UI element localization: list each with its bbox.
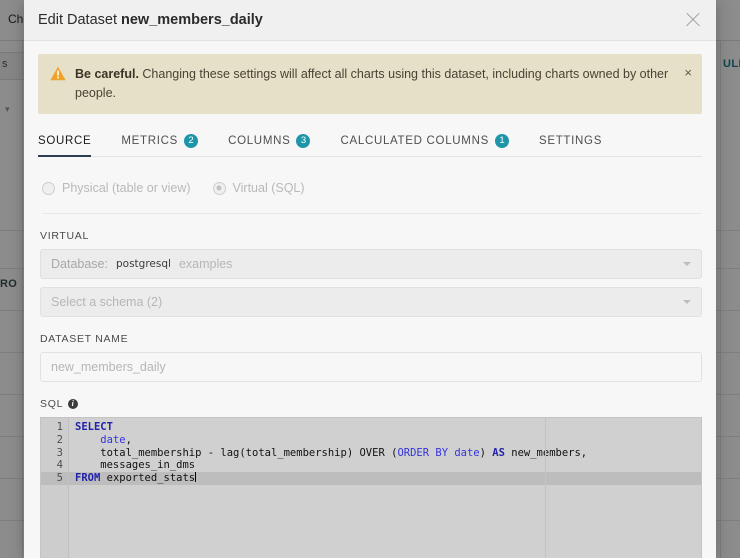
sql-token: total_membership - lag(total_membership) (75, 446, 360, 459)
tab-metrics-label: METRICS (121, 135, 179, 147)
dataset-name-label: DATASET NAME (40, 333, 129, 345)
text-cursor (195, 472, 197, 483)
sql-token: messages_in_dms (75, 459, 196, 472)
code-line: messages_in_dms (75, 459, 701, 472)
warning-bold: Be careful. (75, 67, 139, 81)
line-number: 4 (56, 459, 63, 472)
sql-editor-code[interactable]: SELECT date, total_membership - lag(tota… (69, 418, 701, 558)
code-line: SELECT (75, 421, 701, 434)
warning-text: Be careful. Changing these settings will… (75, 65, 674, 103)
line-number: 2 (56, 433, 63, 446)
sql-token: new_members, (504, 446, 588, 459)
database-select-prefix: Database: (51, 257, 108, 271)
sql-token: date (454, 446, 480, 459)
sql-token: ) (479, 446, 493, 459)
line-number: 3 (56, 446, 63, 459)
sql-token: FROM (75, 472, 101, 485)
tab-settings[interactable]: SETTINGS (539, 126, 602, 156)
info-icon[interactable]: i (68, 399, 79, 409)
radio-virtual-dot (212, 181, 226, 195)
edit-dataset-modal: Edit Dataset new_members_daily Be carefu… (24, 0, 716, 558)
warning-message: Changing these settings will affect all … (75, 67, 669, 100)
tab-calculated-columns-label: CALCULATED COLUMNS (340, 135, 489, 147)
tab-columns[interactable]: COLUMNS 3 (228, 126, 311, 156)
sql-label: SQL (40, 398, 64, 410)
tab-source-label: SOURCE (38, 135, 92, 147)
tab-calculated-columns[interactable]: CALCULATED COLUMNS 1 (340, 126, 509, 156)
tab-settings-label: SETTINGS (538, 135, 603, 147)
sql-token: exported_stats (100, 472, 196, 485)
tab-columns-label: COLUMNS (228, 135, 291, 147)
tab-metrics-badge: 2 (184, 134, 199, 148)
tab-calculated-columns-badge: 1 (494, 134, 509, 148)
radio-virtual-label: Virtual (SQL) (232, 181, 305, 195)
code-line: total_membership - lag(total_membership)… (75, 447, 701, 460)
sql-token: AS (492, 446, 505, 459)
sql-token: , (125, 433, 132, 446)
schema-select[interactable]: Select a schema (2) (40, 287, 702, 317)
sql-token: ( (384, 446, 398, 459)
radio-physical-label: Physical (table or view) (62, 181, 191, 195)
database-engine-tag: postgresql (115, 258, 171, 270)
database-select[interactable]: Database: postgresql examples (40, 249, 702, 279)
sql-token: date (100, 433, 126, 446)
chevron-down-icon (683, 262, 691, 266)
modal-header: Edit Dataset new_members_daily (24, 0, 716, 41)
dataset-name-input[interactable]: new_members_daily (40, 352, 702, 382)
modal-title-prefix: Edit Dataset (38, 12, 122, 28)
warning-banner: Be careful. Changing these settings will… (38, 54, 702, 114)
close-icon[interactable] (682, 9, 704, 31)
modal-tabs: SOURCE METRICS 2 COLUMNS 3 CALCULATED CO… (38, 126, 702, 157)
code-line: date, (75, 434, 701, 447)
radio-virtual[interactable]: Virtual (SQL) (212, 181, 305, 195)
line-number: 5 (41, 472, 68, 485)
sql-token: ORDER BY (397, 446, 449, 459)
sql-label-row: SQL i (40, 398, 716, 410)
modal-title-dataset: new_members_daily (121, 12, 263, 28)
schema-select-placeholder: Select a schema (2) (51, 295, 163, 309)
radio-physical[interactable]: Physical (table or view) (42, 181, 191, 195)
radio-physical-dot (42, 181, 55, 195)
tab-columns-badge: 3 (296, 134, 311, 148)
database-select-value: examples (178, 257, 233, 271)
modal-body: Be careful. Changing these settings will… (24, 41, 716, 558)
tab-metrics[interactable]: METRICS 2 (121, 126, 199, 156)
code-line-active: FROM exported_stats (69, 472, 701, 485)
sql-token: SELECT (75, 421, 113, 433)
chevron-down-icon (683, 300, 691, 304)
sql-token: OVER (359, 446, 385, 459)
page-title: Edit Dataset new_members_daily (38, 12, 682, 28)
line-number: 1 (56, 421, 63, 433)
sql-editor-split-divider (545, 418, 546, 558)
sql-editor[interactable]: 1 2 3 4 5 SELECT date, total_membership … (40, 417, 702, 558)
sql-editor-gutter: 1 2 3 4 5 (41, 418, 69, 558)
virtual-section-label: VIRTUAL (40, 230, 90, 242)
source-type-radio-group: Physical (table or view) Virtual (SQL) (42, 181, 702, 214)
tab-source[interactable]: SOURCE (38, 126, 92, 157)
warning-triangle-icon (50, 66, 66, 81)
dismiss-warning-icon[interactable]: × (684, 65, 692, 81)
